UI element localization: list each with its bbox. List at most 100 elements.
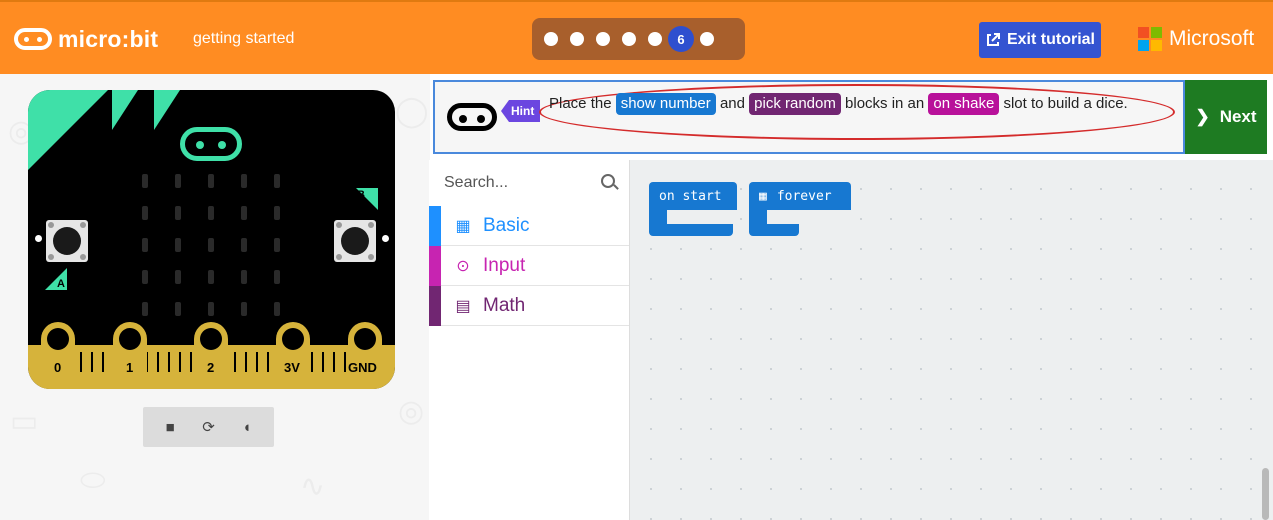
microbit-board: A B 0 1 2 3V GND <box>28 90 395 389</box>
category-math[interactable]: ▤ Math <box>429 285 629 326</box>
exit-tutorial-label: Exit tutorial <box>1006 31 1095 48</box>
board-logo-icon[interactable] <box>180 127 242 161</box>
led <box>208 238 214 252</box>
pin-gnd[interactable] <box>348 322 382 389</box>
search-placeholder: Search... <box>444 173 509 191</box>
led <box>241 270 247 284</box>
chip-pick-random[interactable]: pick random <box>749 93 841 115</box>
edge-tick <box>311 352 313 372</box>
step-current[interactable]: 6 <box>668 26 694 52</box>
microsoft-logo[interactable]: Microsoft <box>1138 27 1254 51</box>
edge-tick <box>190 352 192 372</box>
button-b[interactable] <box>334 220 376 262</box>
project-name[interactable]: getting started <box>193 30 294 48</box>
led <box>142 174 148 188</box>
led <box>142 238 148 252</box>
led <box>208 270 214 284</box>
background-pattern-icon: ▭ <box>10 405 39 438</box>
step-dot-4[interactable] <box>622 32 636 46</box>
step-dot-1[interactable] <box>544 32 558 46</box>
background-pattern-icon: ⬭ <box>80 464 106 497</box>
simulator-controls: ■ ⟳ ◖ <box>143 407 274 447</box>
button-a[interactable] <box>46 220 88 262</box>
led <box>241 206 247 220</box>
block-workspace[interactable]: on start ▦ forever <box>630 160 1273 520</box>
pin-label: 2 <box>207 360 215 375</box>
led <box>175 238 181 252</box>
led <box>175 302 181 316</box>
edge-tick <box>179 352 181 372</box>
top-bar: micro:bit getting started 6 Exit tutoria… <box>0 0 1273 74</box>
led <box>142 270 148 284</box>
pin-3v[interactable] <box>276 322 310 389</box>
edge-tick <box>245 352 247 372</box>
block-header: ▦ forever <box>749 182 851 210</box>
category-input[interactable]: ⊙ Input <box>429 245 629 286</box>
block-slot <box>667 210 737 224</box>
simulator-panel: ◎ ◯ ◎ ▭ ⬭ ∿ A B 0 1 2 3V GND ■ ⟳ ◖ <box>0 74 430 520</box>
board-stripe <box>112 90 138 130</box>
step-dot-2[interactable] <box>570 32 584 46</box>
category-label: Input <box>483 254 526 276</box>
exit-tutorial-button[interactable]: Exit tutorial <box>979 22 1101 58</box>
hint-text: Place the show number and pick random bl… <box>549 92 1128 116</box>
microbit-face-icon <box>447 103 497 131</box>
block-header: on start <box>649 182 737 210</box>
next-label: Next <box>1219 107 1257 126</box>
board-side-dot <box>382 235 389 242</box>
target-icon: ⊙ <box>456 257 470 275</box>
step-dot-5[interactable] <box>648 32 662 46</box>
block-label: forever <box>776 188 832 204</box>
restart-icon[interactable]: ⟳ <box>197 418 219 436</box>
microsoft-label: Microsoft <box>1169 27 1255 50</box>
led <box>142 206 148 220</box>
forever-block[interactable]: ▦ forever <box>749 182 853 240</box>
board-corner-decoration <box>28 90 108 170</box>
on-start-block[interactable]: on start <box>649 182 737 240</box>
pin-label: 1 <box>126 360 134 375</box>
chip-on-shake[interactable]: on shake <box>928 93 1000 115</box>
pin-1[interactable] <box>113 322 147 389</box>
step-dot-3[interactable] <box>596 32 610 46</box>
hint-text-part: Place the <box>549 95 612 112</box>
edge-tick <box>168 352 170 372</box>
led <box>274 206 280 220</box>
edge-tick <box>91 352 93 372</box>
block-foot <box>749 224 799 236</box>
edge-tick <box>256 352 258 372</box>
toolbox: Search... ▦ Basic ⊙ Input ▤ Math <box>429 160 630 520</box>
hint-badge[interactable]: Hint <box>501 100 541 122</box>
led <box>208 302 214 316</box>
button-b-label: B <box>357 189 365 201</box>
step-dot-7[interactable] <box>700 32 714 46</box>
stop-icon[interactable]: ■ <box>159 419 181 436</box>
led <box>241 238 247 252</box>
edge-tick <box>234 352 236 372</box>
slow-motion-icon[interactable]: ◖ <box>236 419 258 436</box>
led <box>142 302 148 316</box>
background-pattern-icon: ∿ <box>300 470 326 503</box>
led <box>274 302 280 316</box>
pin-2[interactable] <box>194 322 228 389</box>
logo-text: micro:bit <box>58 25 159 52</box>
edge-tick <box>344 352 346 372</box>
pin-0[interactable] <box>41 322 75 389</box>
microbit-logo[interactable]: micro:bit <box>14 24 158 54</box>
tutorial-hint-bar: Hint Place the show number and pick rand… <box>433 80 1185 154</box>
block-slot <box>767 210 847 224</box>
hint-text-part: slot to build a dice. <box>1003 95 1128 112</box>
led <box>175 206 181 220</box>
next-button[interactable]: ❯ Next <box>1185 80 1267 154</box>
chip-show-number[interactable]: show number <box>615 93 716 115</box>
led <box>208 174 214 188</box>
led <box>241 174 247 188</box>
tutorial-step-indicator: 6 <box>532 18 745 60</box>
block-arm <box>749 210 767 224</box>
pin-label: 0 <box>54 360 62 375</box>
category-basic[interactable]: ▦ Basic <box>429 205 629 246</box>
search-input[interactable]: Search... <box>429 160 629 205</box>
led <box>274 270 280 284</box>
vertical-scrollbar[interactable] <box>1262 468 1269 520</box>
external-link-icon <box>986 33 1000 46</box>
search-icon[interactable] <box>601 174 615 188</box>
